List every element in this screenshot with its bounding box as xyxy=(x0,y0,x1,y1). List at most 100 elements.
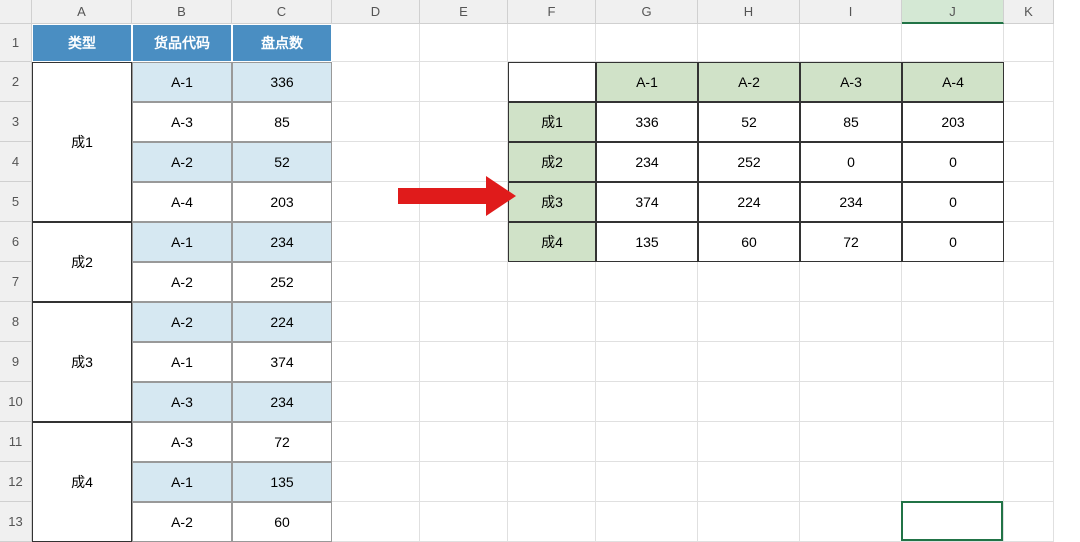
cell[interactable] xyxy=(800,422,902,462)
source-code-cell[interactable]: A-2 xyxy=(132,142,232,182)
cell[interactable] xyxy=(698,462,800,502)
cell[interactable] xyxy=(596,462,698,502)
source-header[interactable]: 类型 xyxy=(32,24,132,62)
cell[interactable] xyxy=(508,302,596,342)
cell[interactable] xyxy=(508,342,596,382)
row-header[interactable]: 10 xyxy=(0,382,32,422)
pivot-col-header[interactable]: A-3 xyxy=(800,62,902,102)
cell[interactable] xyxy=(1004,222,1054,262)
cell[interactable] xyxy=(332,302,420,342)
source-code-cell[interactable]: A-3 xyxy=(132,102,232,142)
source-code-cell[interactable]: A-2 xyxy=(132,262,232,302)
source-value-cell[interactable]: 85 xyxy=(232,102,332,142)
cell[interactable] xyxy=(508,502,596,542)
pivot-value-cell[interactable]: 60 xyxy=(698,222,800,262)
cell[interactable] xyxy=(508,422,596,462)
row-header[interactable]: 5 xyxy=(0,182,32,222)
cell[interactable] xyxy=(420,342,508,382)
cell[interactable] xyxy=(902,302,1004,342)
cell[interactable] xyxy=(800,382,902,422)
source-value-cell[interactable]: 374 xyxy=(232,342,332,382)
cell[interactable] xyxy=(596,422,698,462)
cell[interactable] xyxy=(420,462,508,502)
column-header[interactable]: K xyxy=(1004,0,1054,24)
row-header[interactable]: 6 xyxy=(0,222,32,262)
pivot-value-cell[interactable]: 234 xyxy=(800,182,902,222)
source-value-cell[interactable]: 72 xyxy=(232,422,332,462)
cell[interactable] xyxy=(1004,382,1054,422)
column-header[interactable]: D xyxy=(332,0,420,24)
pivot-value-cell[interactable]: 135 xyxy=(596,222,698,262)
pivot-row-header[interactable]: 成2 xyxy=(508,142,596,182)
column-header[interactable]: I xyxy=(800,0,902,24)
source-code-cell[interactable]: A-2 xyxy=(132,302,232,342)
cell[interactable] xyxy=(332,342,420,382)
cell[interactable] xyxy=(508,382,596,422)
cell[interactable] xyxy=(902,262,1004,302)
cell[interactable] xyxy=(800,302,902,342)
cell[interactable] xyxy=(420,62,508,102)
cell[interactable] xyxy=(1004,462,1054,502)
cell[interactable] xyxy=(902,24,1004,62)
column-header[interactable]: A xyxy=(32,0,132,24)
column-header[interactable]: J xyxy=(902,0,1004,24)
cell[interactable] xyxy=(902,382,1004,422)
source-code-cell[interactable]: A-3 xyxy=(132,422,232,462)
pivot-row-header[interactable]: 成3 xyxy=(508,182,596,222)
cell[interactable] xyxy=(332,382,420,422)
row-header[interactable]: 2 xyxy=(0,62,32,102)
pivot-value-cell[interactable]: 374 xyxy=(596,182,698,222)
cell[interactable] xyxy=(902,422,1004,462)
source-type-cell[interactable]: 成1 xyxy=(32,62,132,222)
cell[interactable] xyxy=(508,262,596,302)
cell[interactable] xyxy=(800,24,902,62)
cell[interactable] xyxy=(1004,102,1054,142)
cell[interactable] xyxy=(1004,422,1054,462)
cell[interactable] xyxy=(332,24,420,62)
column-header[interactable]: F xyxy=(508,0,596,24)
source-code-cell[interactable]: A-1 xyxy=(132,342,232,382)
select-all-corner[interactable] xyxy=(0,0,32,24)
cell[interactable] xyxy=(332,62,420,102)
source-code-cell[interactable]: A-3 xyxy=(132,382,232,422)
row-header[interactable]: 4 xyxy=(0,142,32,182)
pivot-col-header[interactable]: A-4 xyxy=(902,62,1004,102)
row-header[interactable]: 13 xyxy=(0,502,32,542)
source-value-cell[interactable]: 234 xyxy=(232,382,332,422)
cell[interactable] xyxy=(420,422,508,462)
source-value-cell[interactable]: 135 xyxy=(232,462,332,502)
pivot-row-header[interactable]: 成4 xyxy=(508,222,596,262)
pivot-value-cell[interactable]: 52 xyxy=(698,102,800,142)
pivot-corner-cell[interactable] xyxy=(508,62,596,102)
pivot-row-header[interactable]: 成1 xyxy=(508,102,596,142)
cell[interactable] xyxy=(1004,262,1054,302)
cell[interactable] xyxy=(332,462,420,502)
cell[interactable] xyxy=(332,262,420,302)
pivot-value-cell[interactable]: 336 xyxy=(596,102,698,142)
column-header[interactable]: B xyxy=(132,0,232,24)
source-value-cell[interactable]: 203 xyxy=(232,182,332,222)
cell[interactable] xyxy=(596,502,698,542)
row-header[interactable]: 11 xyxy=(0,422,32,462)
source-type-cell[interactable]: 成2 xyxy=(32,222,132,302)
cell[interactable] xyxy=(332,502,420,542)
cell[interactable] xyxy=(596,24,698,62)
cell[interactable] xyxy=(1004,62,1054,102)
pivot-value-cell[interactable]: 252 xyxy=(698,142,800,182)
row-header[interactable]: 3 xyxy=(0,102,32,142)
cell[interactable] xyxy=(596,302,698,342)
column-header[interactable]: C xyxy=(232,0,332,24)
cell[interactable] xyxy=(332,422,420,462)
cell[interactable] xyxy=(420,302,508,342)
pivot-value-cell[interactable]: 72 xyxy=(800,222,902,262)
source-value-cell[interactable]: 336 xyxy=(232,62,332,102)
cell[interactable] xyxy=(800,462,902,502)
row-header[interactable]: 7 xyxy=(0,262,32,302)
cell[interactable] xyxy=(508,462,596,502)
cell[interactable] xyxy=(1004,342,1054,382)
cell[interactable] xyxy=(420,24,508,62)
cell[interactable] xyxy=(420,102,508,142)
cell[interactable] xyxy=(1004,182,1054,222)
cell[interactable] xyxy=(1004,302,1054,342)
pivot-value-cell[interactable]: 234 xyxy=(596,142,698,182)
